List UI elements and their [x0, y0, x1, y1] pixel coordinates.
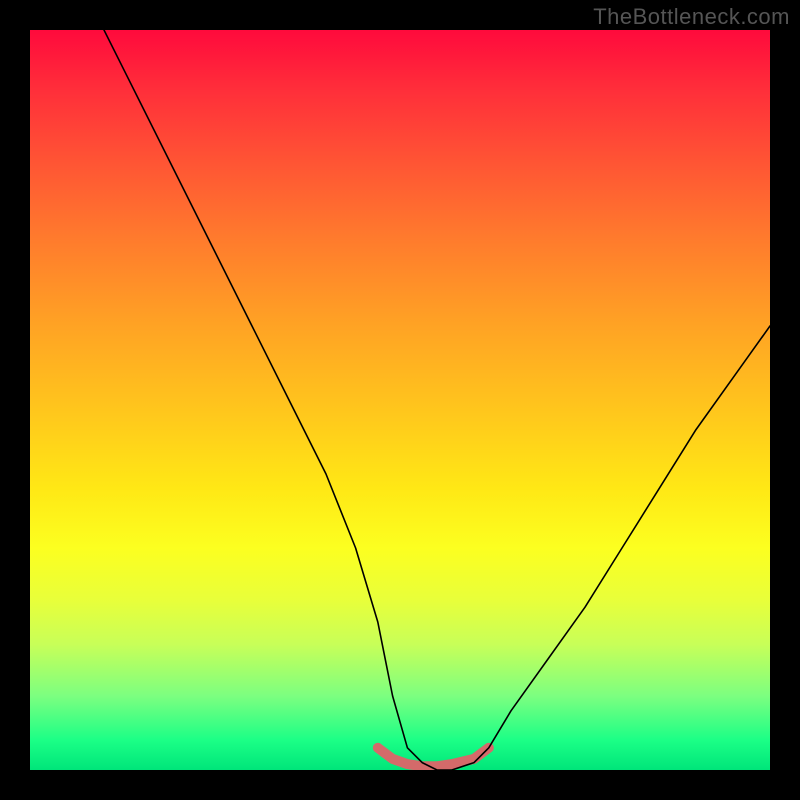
- bottleneck-curve-line: [104, 30, 770, 770]
- chart-frame: TheBottleneck.com: [0, 0, 800, 800]
- curve-overlay: [30, 30, 770, 770]
- watermark-text: TheBottleneck.com: [593, 4, 790, 30]
- plot-area: [30, 30, 770, 770]
